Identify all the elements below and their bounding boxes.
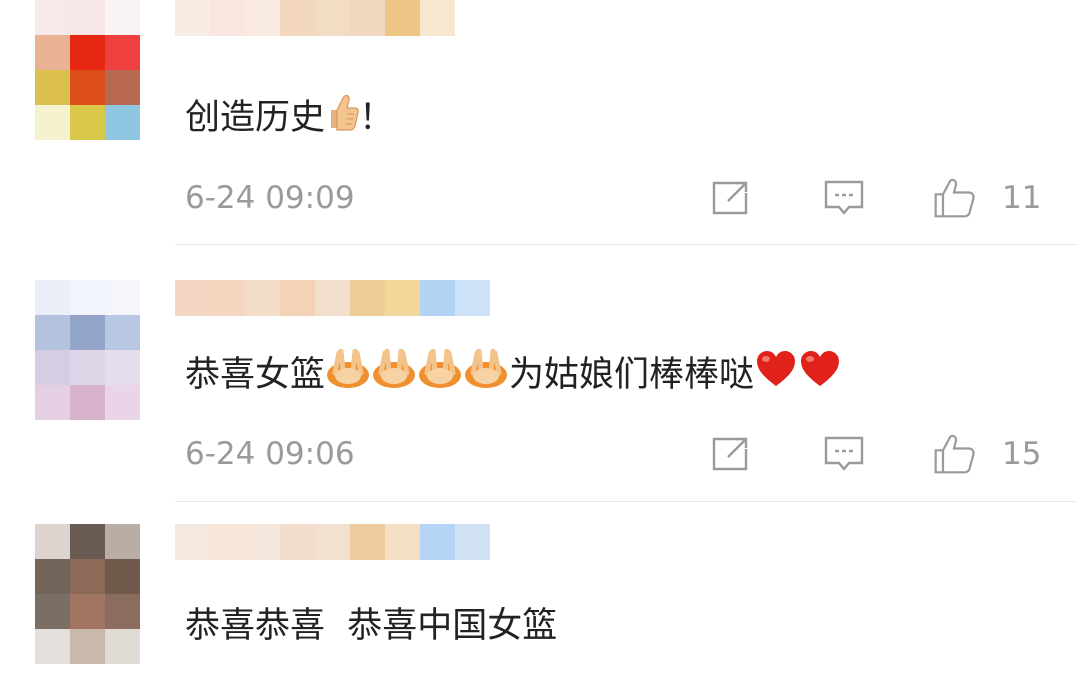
username-pixel [420, 524, 455, 560]
comment-icon[interactable] [822, 434, 866, 474]
like-count: 15 [1002, 436, 1042, 472]
avatar-pixel [105, 385, 140, 420]
avatar-pixel [105, 105, 140, 140]
avatar[interactable] [35, 0, 140, 140]
avatar-pixel [35, 524, 70, 559]
username-pixel [350, 524, 385, 560]
avatar-pixel [70, 0, 105, 35]
comment-tail: 为姑娘们棒棒哒 [509, 354, 755, 395]
avatar-pixel [35, 280, 70, 315]
comment-text: 恭喜女篮 为姑娘们棒棒哒 [185, 348, 842, 400]
avatar-pixel [105, 629, 140, 664]
share-icon[interactable] [708, 178, 752, 218]
comment-icon[interactable] [822, 178, 866, 218]
avatar-pixel [35, 350, 70, 385]
victory-hand-emoji [463, 348, 509, 400]
avatar-pixel [35, 559, 70, 594]
avatar-pixel [70, 350, 105, 385]
username-pixel [245, 524, 280, 560]
username-pixel [350, 0, 385, 36]
comment-body: 恭喜恭喜 恭喜中国女篮 [185, 606, 558, 646]
username-pixel [385, 524, 420, 560]
red-heart-emoji [798, 349, 842, 400]
username-pixel [175, 524, 210, 560]
username-pixel [210, 524, 245, 560]
username-pixel [455, 524, 490, 560]
comment-text: 创造历史 ！ [185, 92, 394, 143]
avatar-pixel [35, 35, 70, 70]
username-pixel [420, 0, 455, 36]
avatar-pixel [70, 594, 105, 629]
avatar[interactable] [35, 280, 140, 420]
avatar-pixel [70, 105, 105, 140]
username-pixel [385, 280, 420, 316]
comment-tail: ！ [359, 97, 395, 138]
avatar-pixel [70, 385, 105, 420]
avatar-pixel [70, 70, 105, 105]
timestamp: 6-24 09:09 [185, 180, 355, 216]
avatar-pixel [105, 35, 140, 70]
avatar-pixel [70, 315, 105, 350]
avatar-pixel [105, 70, 140, 105]
comment-body: 创造历史 [185, 97, 326, 138]
username-pixel [245, 0, 280, 36]
avatar-pixel [105, 594, 140, 629]
avatar-pixel [70, 35, 105, 70]
avatar-pixel [70, 559, 105, 594]
avatar-pixel [35, 0, 70, 35]
username-pixel [455, 280, 490, 316]
thumbs-up-emoji [325, 92, 359, 143]
avatar-pixel [105, 315, 140, 350]
username-pixel [315, 0, 350, 36]
comment-item: 恭喜女篮 为姑娘们棒棒哒 6-24 09:06 15 [0, 245, 1077, 502]
like-icon[interactable] [932, 434, 976, 474]
like-count: 11 [1002, 180, 1042, 216]
username-pixel [420, 280, 455, 316]
avatar-pixel [70, 524, 105, 559]
share-icon[interactable] [708, 434, 752, 474]
username-pixel [350, 280, 385, 316]
comment-text: 恭喜恭喜 恭喜中国女篮 [185, 604, 557, 648]
avatar-pixel [105, 524, 140, 559]
comment-body: 恭喜女篮 [185, 354, 326, 395]
avatar-pixel [35, 385, 70, 420]
username-pixel [245, 280, 280, 316]
username[interactable] [175, 524, 490, 560]
avatar-pixel [35, 105, 70, 140]
avatar-pixel [105, 280, 140, 315]
comment-item: 恭喜恭喜 恭喜中国女篮 [0, 502, 1077, 673]
avatar-pixel [105, 0, 140, 35]
victory-hand-emoji [417, 348, 463, 400]
username-pixel [280, 280, 315, 316]
timestamp: 6-24 09:06 [185, 436, 355, 472]
username-pixel [175, 280, 210, 316]
username-pixel [210, 280, 245, 316]
avatar-pixel [35, 594, 70, 629]
avatar-pixel [105, 350, 140, 385]
victory-hand-emoji [371, 348, 417, 400]
comment-item: 创造历史 ！ 6-24 09:09 11 [0, 0, 1077, 245]
username[interactable] [175, 0, 455, 36]
avatar-pixel [70, 629, 105, 664]
username-pixel [280, 524, 315, 560]
avatar-pixel [105, 559, 140, 594]
avatar[interactable] [35, 524, 140, 664]
username-pixel [175, 0, 210, 36]
username-pixel [210, 0, 245, 36]
username[interactable] [175, 280, 490, 316]
avatar-pixel [35, 70, 70, 105]
username-pixel [315, 524, 350, 560]
username-pixel [385, 0, 420, 36]
avatar-pixel [35, 629, 70, 664]
like-icon[interactable] [932, 178, 976, 218]
avatar-pixel [70, 280, 105, 315]
username-pixel [315, 280, 350, 316]
red-heart-emoji [754, 349, 798, 400]
victory-hand-emoji [325, 348, 371, 400]
avatar-pixel [35, 315, 70, 350]
username-pixel [280, 0, 315, 36]
